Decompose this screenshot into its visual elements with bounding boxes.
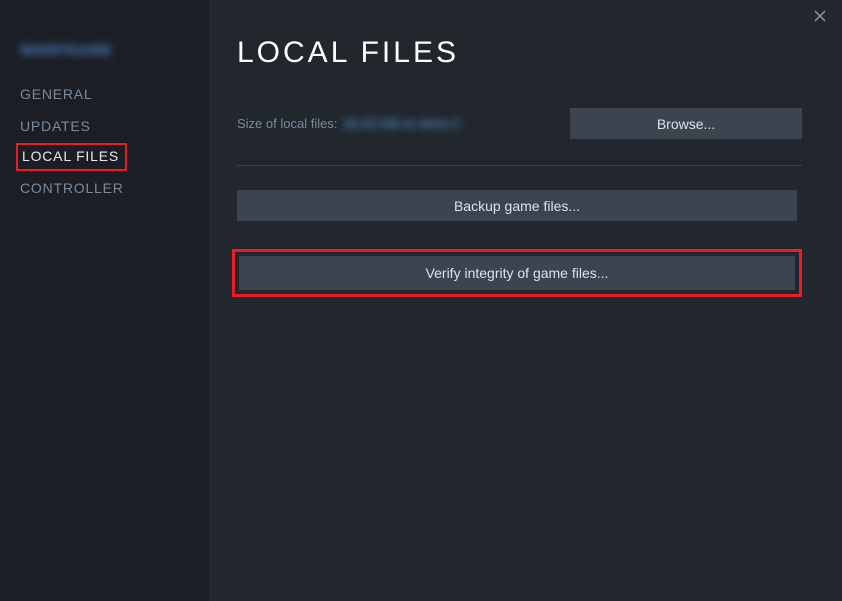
close-button[interactable] [810,6,830,26]
sidebar-item-controller[interactable]: CONTROLLER [20,173,124,203]
size-value: 26.43 GB on drive C [343,116,564,131]
page-title: LOCAL FILES [237,36,802,70]
browse-button[interactable]: Browse... [570,108,802,139]
divider [237,165,802,166]
sidebar-item-local-files[interactable]: LOCAL FILES [22,148,119,164]
backup-button[interactable]: Backup game files... [237,190,797,221]
size-label: Size of local files: [237,116,337,131]
game-title: WARFRAME [20,42,209,59]
size-row: Size of local files: 26.43 GB on drive C… [237,108,802,139]
close-icon [814,10,826,22]
sidebar: WARFRAME GENERAL UPDATES LOCAL FILES CON… [0,0,209,601]
sidebar-item-local-files-highlight: LOCAL FILES [16,143,127,171]
sidebar-item-updates[interactable]: UPDATES [20,111,91,141]
sidebar-item-general[interactable]: GENERAL [20,79,93,109]
verify-highlight-box: Verify integrity of game files... [232,249,802,297]
main-content: LOCAL FILES Size of local files: 26.43 G… [209,0,842,601]
verify-integrity-button[interactable]: Verify integrity of game files... [239,256,795,290]
